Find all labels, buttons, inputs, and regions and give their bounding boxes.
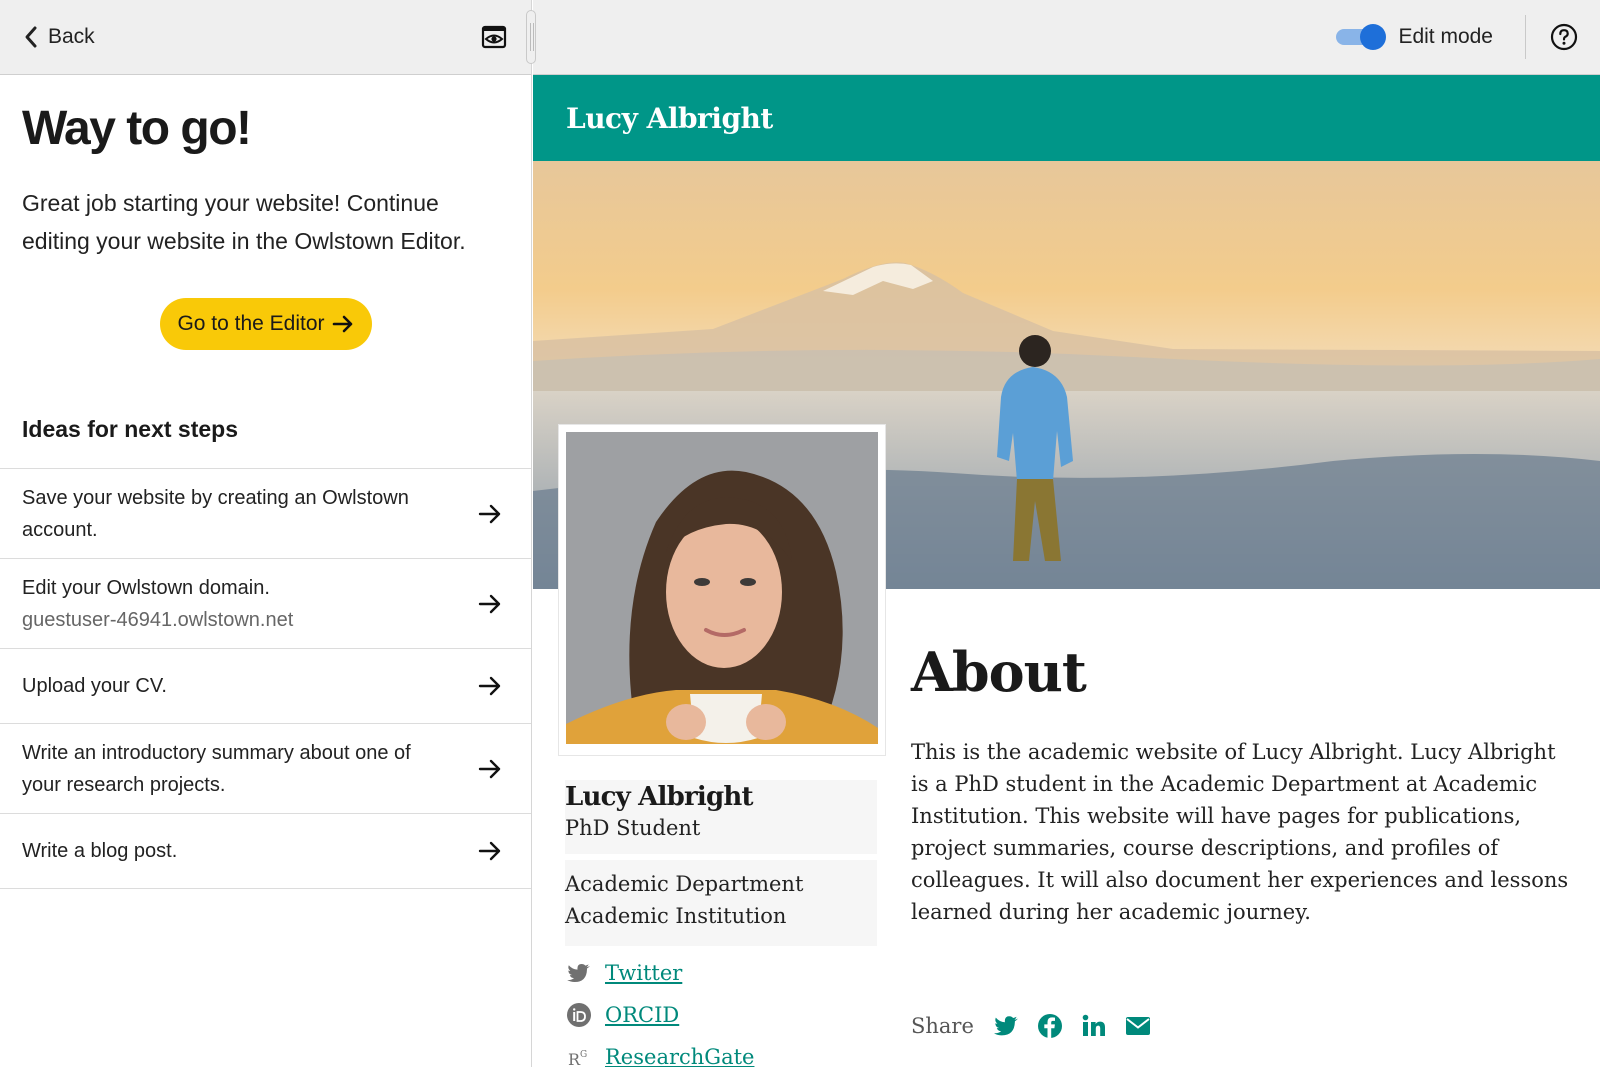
- twitter-link[interactable]: Twitter: [605, 961, 682, 985]
- help-icon[interactable]: [1550, 23, 1578, 51]
- arrow-right-icon: [478, 841, 501, 861]
- about-heading: About: [911, 640, 1087, 704]
- toggle-knob: [1360, 24, 1387, 50]
- step-blog-post[interactable]: Write a blog post.: [0, 814, 531, 889]
- link-orcid: ORCID: [565, 994, 877, 1036]
- chevron-left-icon: [25, 26, 37, 48]
- panel-resize-handle[interactable]: [526, 10, 536, 64]
- link-twitter: Twitter: [565, 952, 877, 994]
- twitter-icon: [567, 964, 590, 982]
- arrow-right-icon: [332, 315, 352, 333]
- profile-name: Lucy Albright: [565, 782, 753, 812]
- step-research-summary[interactable]: Write an introductory summary about one …: [0, 724, 531, 814]
- toolbar-divider: [1525, 15, 1526, 59]
- researchgate-icon: RG: [568, 1050, 587, 1067]
- preview-icon[interactable]: [481, 24, 507, 50]
- intro-text: Great job starting your website! Continu…: [22, 190, 466, 254]
- portrait-image: [566, 432, 878, 744]
- share-facebook-icon[interactable]: [1036, 1012, 1064, 1040]
- share-label: Share: [911, 1014, 974, 1038]
- site-title[interactable]: Lucy Albright: [566, 102, 773, 135]
- svg-text:G: G: [580, 1050, 587, 1060]
- next-steps-list: Save your website by creating an Owlstow…: [0, 468, 531, 889]
- arrow-right-icon: [478, 594, 501, 613]
- profile-name-block: Lucy Albright PhD Student: [565, 780, 877, 854]
- page-title: Way to go!: [22, 102, 252, 155]
- step-text: Edit your Owlstown domain. guestuser-469…: [22, 572, 442, 636]
- domain-value: guestuser-46941.owlstown.net: [22, 608, 294, 631]
- go-to-editor-label: Go to the Editor: [177, 312, 325, 335]
- arrow-right-icon: [478, 759, 501, 778]
- panel-toolbar: Back: [0, 0, 531, 75]
- step-text: Save your website by creating an Owlstow…: [22, 486, 409, 541]
- profile-affiliation: Academic Department Academic Institution: [565, 860, 877, 946]
- orcid-link[interactable]: ORCID: [605, 1003, 679, 1027]
- profile-institution: Academic Institution: [565, 904, 787, 928]
- step-text: Write an introductory summary about one …: [22, 741, 411, 796]
- go-to-editor-button[interactable]: Go to the Editor: [160, 298, 372, 350]
- edit-mode-label: Edit mode: [1398, 25, 1493, 48]
- step-label: Edit your Owlstown domain.: [22, 576, 270, 599]
- profile-links: Twitter ORCID RG ResearchGate: [565, 952, 877, 1067]
- editor-side-panel: Back Way to go! Great job starting your …: [0, 0, 532, 1067]
- share-bar: Share: [911, 1012, 1152, 1040]
- share-twitter-icon[interactable]: [992, 1012, 1020, 1040]
- share-linkedin-icon[interactable]: [1080, 1012, 1108, 1040]
- profile-photo-card: [559, 425, 885, 755]
- step-edit-domain[interactable]: Edit your Owlstown domain. guestuser-469…: [0, 559, 531, 649]
- step-upload-cv[interactable]: Upload your CV.: [0, 649, 531, 724]
- arrow-right-icon: [478, 504, 501, 523]
- ideas-heading: Ideas for next steps: [22, 416, 239, 442]
- step-text: Write a blog post.: [22, 840, 178, 862]
- researchgate-link[interactable]: ResearchGate: [605, 1045, 754, 1067]
- site-header: Lucy Albright: [533, 75, 1600, 161]
- share-email-icon[interactable]: [1124, 1012, 1152, 1040]
- profile-title: PhD Student: [565, 816, 701, 840]
- back-button[interactable]: Back: [22, 25, 95, 49]
- edit-mode-toggle[interactable]: [1336, 24, 1387, 50]
- back-label: Back: [48, 25, 95, 48]
- link-researchgate: RG ResearchGate: [565, 1036, 877, 1067]
- profile-info: Lucy Albright PhD Student Academic Depar…: [565, 780, 877, 1067]
- profile-department: Academic Department: [565, 872, 804, 896]
- orcid-icon: [567, 1003, 591, 1027]
- website-preview: Edit mode Lucy Albright Lucy Albright Ph…: [533, 0, 1600, 1067]
- profile-photo[interactable]: [566, 432, 878, 744]
- step-text: Upload your CV.: [22, 675, 167, 697]
- about-text[interactable]: This is the academic website of Lucy Alb…: [911, 736, 1571, 928]
- arrow-right-icon: [478, 676, 501, 696]
- preview-toolbar: Edit mode: [533, 0, 1600, 75]
- step-create-account[interactable]: Save your website by creating an Owlstow…: [0, 469, 531, 559]
